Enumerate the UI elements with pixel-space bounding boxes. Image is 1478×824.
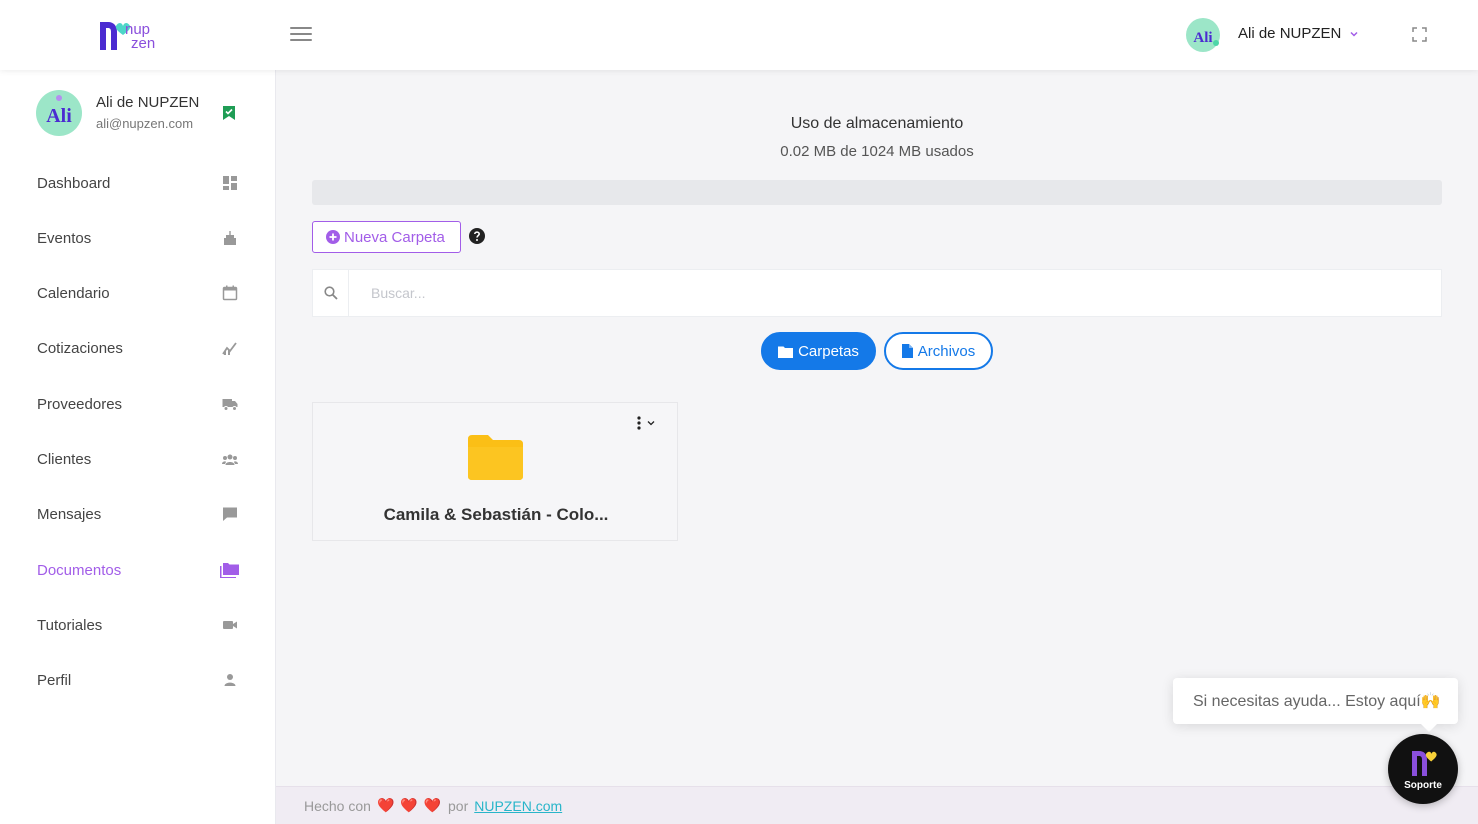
sidebar-item-label: Dashboard — [37, 174, 111, 192]
sidebar-item-calendario[interactable]: Calendario — [0, 271, 276, 315]
sidebar-item-eventos[interactable]: Eventos — [0, 216, 276, 260]
plus-circle-icon — [326, 230, 340, 244]
calendar-icon — [222, 285, 238, 301]
file-icon — [901, 344, 913, 358]
footer-made-with: Hecho con — [304, 797, 371, 814]
search-input[interactable] — [349, 270, 1441, 316]
support-button[interactable]: Soporte — [1388, 734, 1458, 804]
nupzen-logo[interactable]: nup zen — [98, 18, 164, 52]
chevron-down-icon — [1350, 31, 1358, 37]
sidebar-profile[interactable]: Ali Ali de NUPZEN ali@nupzen.com — [36, 90, 246, 140]
sidebar-item-dashboard[interactable]: Dashboard — [0, 161, 276, 205]
sidebar-item-label: Perfil — [37, 671, 72, 689]
sidebar-item-label: Tutoriales — [37, 616, 103, 634]
sidebar-item-label: Clientes — [37, 450, 92, 468]
tab-folders[interactable]: Carpetas — [761, 332, 876, 370]
sidebar-item-mensajes[interactable]: Mensajes — [0, 492, 276, 536]
svg-text:zen: zen — [131, 35, 155, 52]
tab-files[interactable]: Archivos — [884, 332, 993, 370]
footer: Hecho con ❤️ ❤️ ❤️ por NUPZEN.com — [276, 786, 1478, 824]
footer-by: por — [448, 797, 469, 814]
tab-folders-label: Carpetas — [798, 342, 859, 360]
verified-bookmark-icon — [223, 106, 235, 120]
sidebar-item-clientes[interactable]: Clientes — [0, 437, 276, 481]
users-icon — [222, 454, 238, 465]
sidebar-profile-name: Ali de NUPZEN — [96, 94, 200, 111]
tab-files-label: Archivos — [917, 342, 976, 360]
header-avatar[interactable]: Ali — [1186, 18, 1220, 52]
support-label: Soporte — [1404, 779, 1442, 791]
sidebar-profile-email: ali@nupzen.com — [96, 116, 194, 131]
footer-nupzen-link[interactable]: NUPZEN.com — [474, 798, 562, 814]
sidebar-item-proveedores[interactable]: Proveedores — [0, 382, 276, 426]
new-folder-button[interactable]: Nueva Carpeta — [312, 221, 461, 253]
sidebar-item-label: Mensajes — [37, 505, 102, 523]
dashboard-icon — [223, 176, 237, 190]
message-icon — [223, 507, 237, 521]
folder-options-icon[interactable] — [633, 415, 659, 431]
sidebar-item-cotizaciones[interactable]: Cotizaciones — [0, 326, 276, 370]
sidebar-item-label: Calendario — [37, 284, 110, 302]
top-header: nup zen Ali Ali de NUPZEN — [0, 0, 1478, 70]
sidebar-item-tutoriales[interactable]: Tutoriales — [0, 603, 276, 647]
search-icon — [323, 286, 338, 300]
person-icon — [224, 674, 236, 686]
folder-icon — [778, 346, 794, 358]
user-menu[interactable]: Ali de NUPZEN — [1238, 25, 1359, 42]
storage-title: Uso de almacenamiento — [790, 115, 964, 132]
storage-progress-bar — [312, 180, 1442, 205]
search-bar — [312, 269, 1442, 317]
sidebar-avatar: Ali — [36, 90, 82, 136]
folders-icon — [220, 562, 239, 578]
svg-text:Ali: Ali — [1193, 30, 1212, 46]
sidebar-item-perfil[interactable]: Perfil — [0, 658, 276, 702]
footer-hearts: ❤️ ❤️ ❤️ — [376, 797, 443, 813]
sidebar-item-documentos[interactable]: Documentos — [0, 548, 276, 592]
sidebar-item-label: Cotizaciones — [37, 339, 123, 357]
cake-icon — [224, 231, 236, 245]
truck-icon — [222, 399, 238, 411]
fullscreen-icon[interactable] — [1412, 27, 1427, 42]
chart-icon — [222, 342, 237, 355]
svg-text:Ali: Ali — [46, 105, 72, 127]
new-folder-label: Nueva Carpeta — [344, 228, 445, 246]
sidebar-item-label: Proveedores — [37, 395, 123, 413]
sidebar-item-label: Eventos — [37, 229, 92, 247]
video-icon — [223, 621, 237, 629]
support-bubble[interactable]: Si necesitas ayuda... Estoy aquí🙌 — [1173, 678, 1458, 732]
user-menu-name: Ali de NUPZEN — [1238, 25, 1342, 42]
storage-used-text: 0.02 MB de 1024 MB usados — [780, 143, 974, 160]
folder-name: Camila & Sebastián - Colo... — [383, 505, 609, 524]
nupzen-logo-icon — [1412, 750, 1437, 776]
search-icon-wrapper — [313, 270, 349, 316]
sidebar: Ali Ali de NUPZEN ali@nupzen.com Dashboa… — [0, 70, 276, 824]
folder-card[interactable]: Camila & Sebastián - Colo... — [312, 402, 678, 541]
menu-toggle-icon[interactable] — [290, 27, 312, 43]
help-icon[interactable] — [469, 228, 485, 244]
sidebar-item-label: Documentos — [37, 561, 122, 579]
folder-icon — [468, 435, 523, 480]
